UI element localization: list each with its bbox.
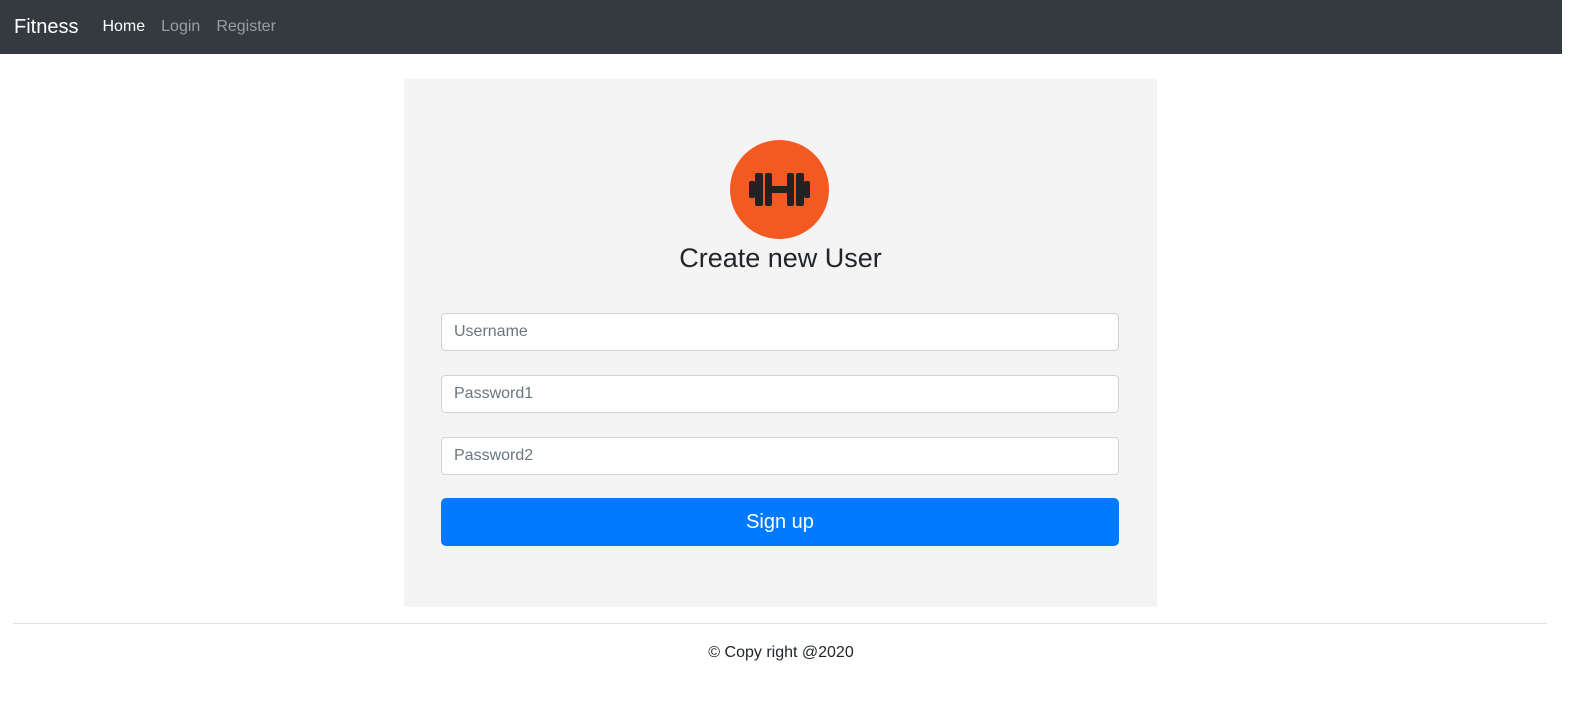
footer-divider [13,623,1547,624]
password1-input[interactable] [441,375,1119,413]
sign-up-button[interactable]: Sign up [441,498,1119,546]
nav-link-register[interactable]: Register [216,0,276,54]
nav-link-login[interactable]: Login [161,0,200,54]
dumbbell-icon [749,173,810,206]
brand-link[interactable]: Fitness [14,0,78,54]
username-input[interactable] [441,313,1119,351]
password2-input[interactable] [441,437,1119,475]
nav-link-home[interactable]: Home [102,0,145,54]
logo-badge [730,140,829,239]
form-title: Create new User [679,243,882,273]
top-navbar: Fitness Home Login Register [0,0,1562,54]
register-card: Create new User Sign up [404,79,1157,607]
copyright-text: © Copy right @2020 [708,644,854,661]
